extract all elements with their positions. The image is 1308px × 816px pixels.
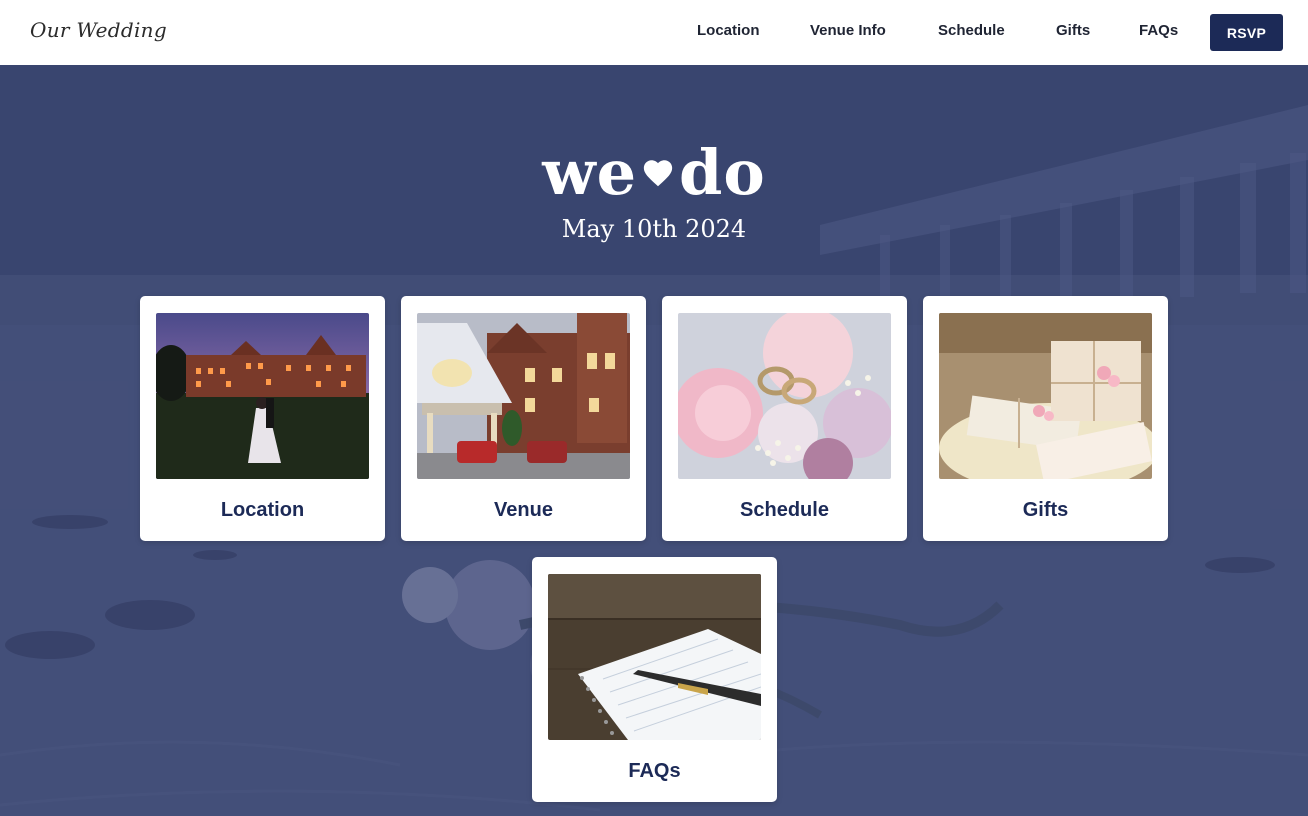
- venue-building-photo: [417, 313, 630, 479]
- nav-link-venue-info[interactable]: Venue Info: [810, 22, 886, 39]
- hero-title: we do: [0, 137, 1308, 209]
- notebook-and-pen-photo: [548, 574, 761, 740]
- card-venue-label: Venue: [494, 499, 553, 521]
- hero-section: we do May 10th 2024 Location Venue Sched…: [0, 65, 1308, 816]
- card-schedule-label: Schedule: [740, 499, 829, 521]
- wedding-date: May 10th 2024: [561, 215, 747, 243]
- navbar: Our Wedding Location Venue Info Schedule…: [0, 0, 1308, 65]
- hero-title-we: we: [542, 136, 638, 209]
- heart-icon: [643, 160, 673, 187]
- nav-link-location[interactable]: Location: [697, 22, 760, 39]
- rsvp-button[interactable]: RSVP: [1210, 14, 1283, 51]
- card-faqs[interactable]: FAQs: [532, 557, 777, 802]
- card-location[interactable]: Location: [140, 296, 385, 541]
- wrapped-gifts-photo: [939, 313, 1152, 479]
- nav-link-schedule[interactable]: Schedule: [938, 22, 1005, 39]
- card-location-label: Location: [220, 499, 305, 521]
- card-venue[interactable]: Venue: [401, 296, 646, 541]
- nav-link-gifts[interactable]: Gifts: [1056, 22, 1090, 39]
- nav-link-faqs[interactable]: FAQs: [1139, 22, 1178, 39]
- card-faqs-label: FAQs: [628, 760, 681, 782]
- wedding-rings-bouquet-photo: [678, 313, 891, 479]
- brand-logo[interactable]: Our Wedding: [30, 18, 167, 42]
- card-schedule[interactable]: Schedule: [662, 296, 907, 541]
- hero-title-do: do: [679, 136, 766, 209]
- manor-house-at-night-photo: [156, 313, 369, 479]
- card-gifts-label: Gifts: [1022, 499, 1069, 521]
- card-gifts[interactable]: Gifts: [923, 296, 1168, 541]
